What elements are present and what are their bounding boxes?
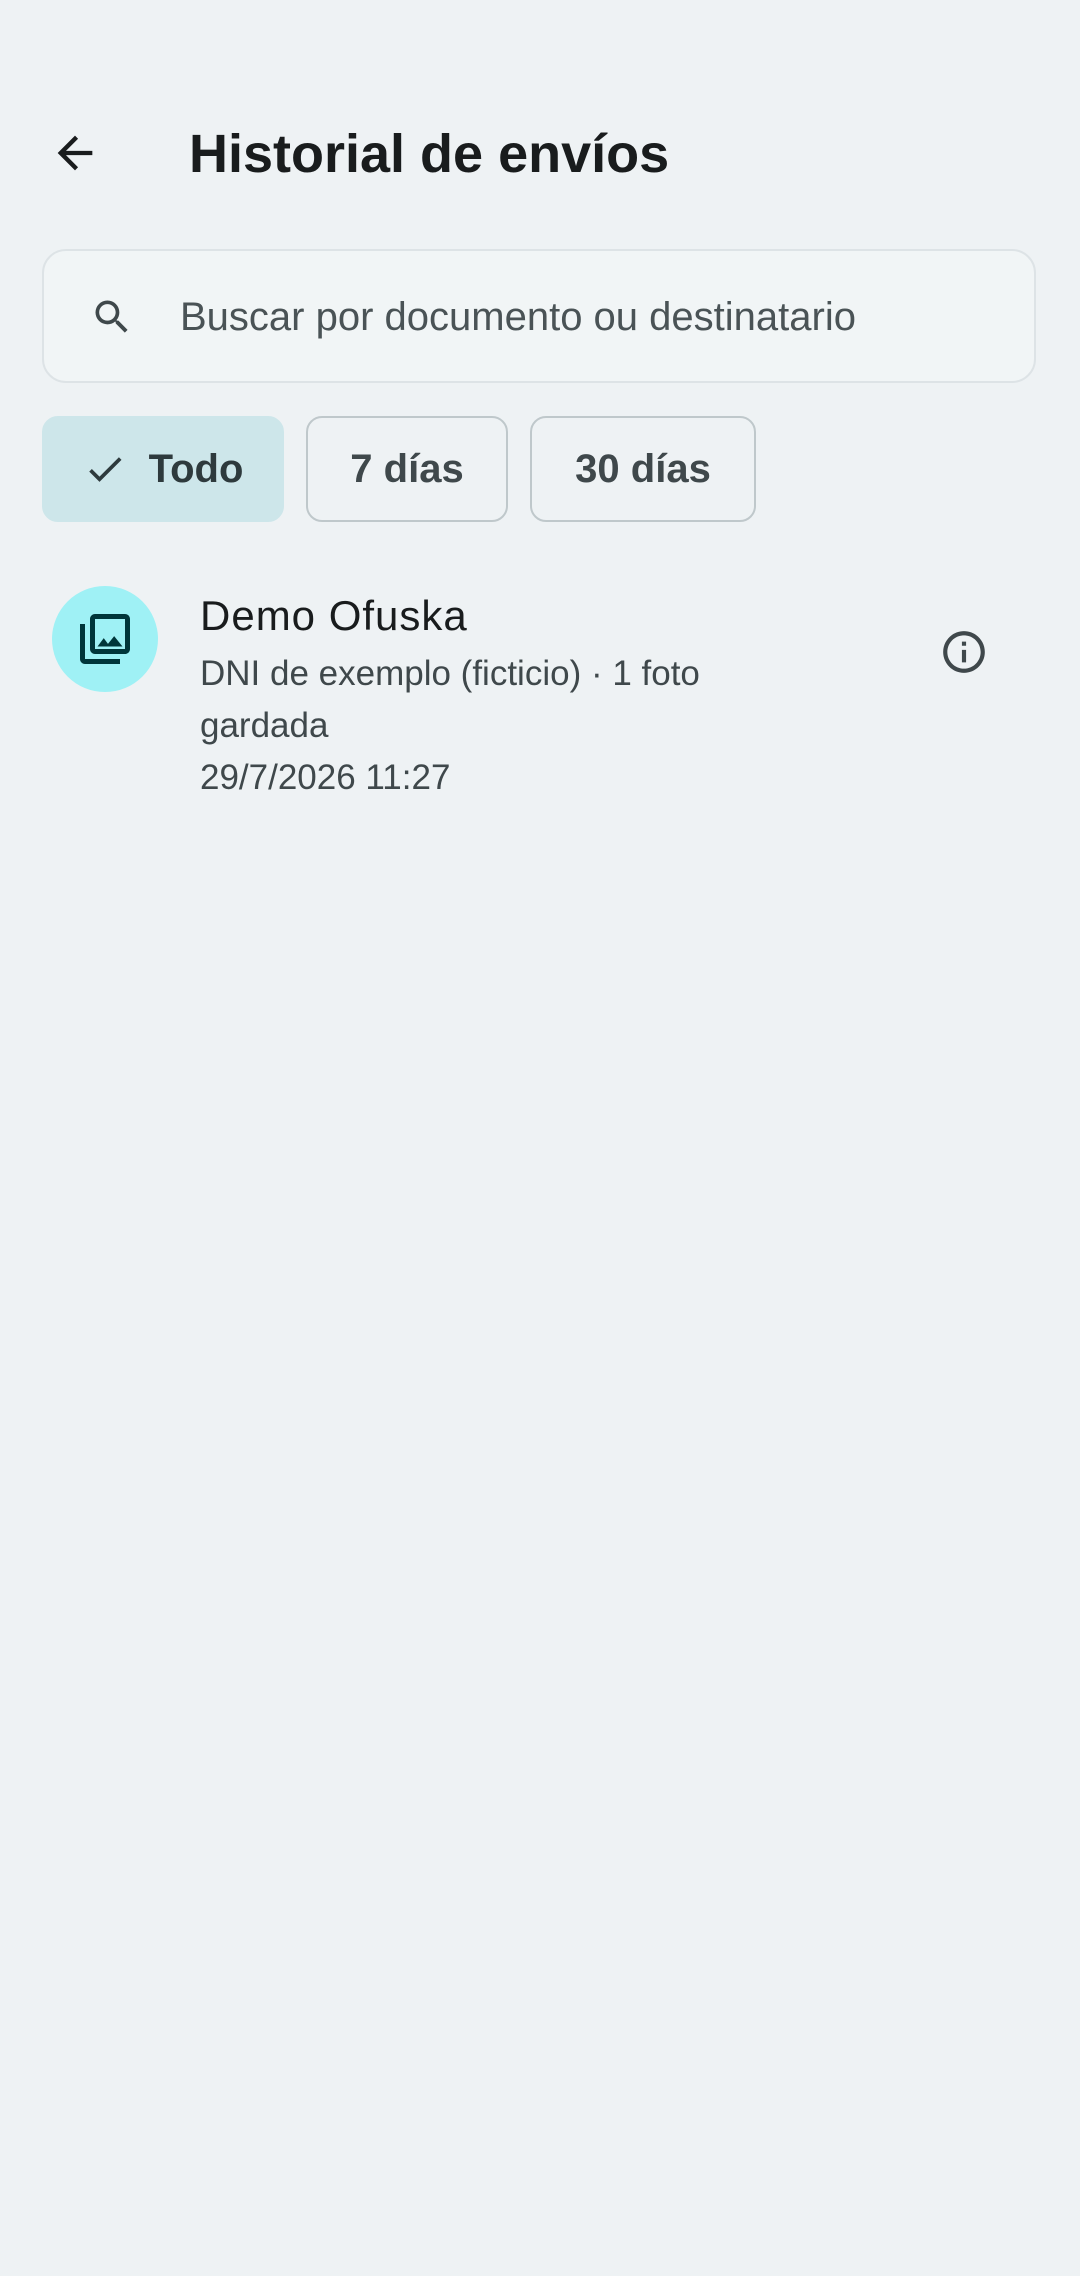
filter-chip-label: Todo: [148, 446, 244, 491]
filter-chip-label: 30 días: [575, 446, 711, 491]
check-icon: [83, 447, 127, 491]
info-icon: [943, 631, 985, 673]
filter-chips: Todo 7 días 30 días: [42, 416, 778, 522]
back-button[interactable]: [30, 108, 120, 198]
item-title: Demo Ofuska: [200, 592, 468, 639]
arrow-back-icon: [57, 135, 93, 171]
item-datetime: 29/7/2026 11:27: [200, 758, 451, 797]
search-icon: [84, 289, 140, 345]
avatar: [52, 586, 158, 692]
search-bar[interactable]: [42, 249, 1036, 383]
page-title: Historial de envíos: [189, 124, 670, 184]
filter-chip-all[interactable]: Todo: [42, 416, 284, 522]
filter-chip-label: 7 días: [350, 446, 464, 491]
filter-chip-7-days[interactable]: 7 días: [306, 416, 508, 522]
history-list-item[interactable]: Demo Ofuska DNI de exemplo (ficticio) · …: [0, 566, 1080, 816]
photo-library-icon: [80, 614, 130, 664]
info-button[interactable]: [928, 616, 1000, 688]
item-subtitle: DNI de exemplo (ficticio) · 1 foto garda…: [200, 654, 700, 745]
top-app-bar: Historial de envíos: [0, 90, 1080, 216]
filter-chip-30-days[interactable]: 30 días: [530, 416, 756, 522]
search-input[interactable]: [180, 279, 1010, 355]
